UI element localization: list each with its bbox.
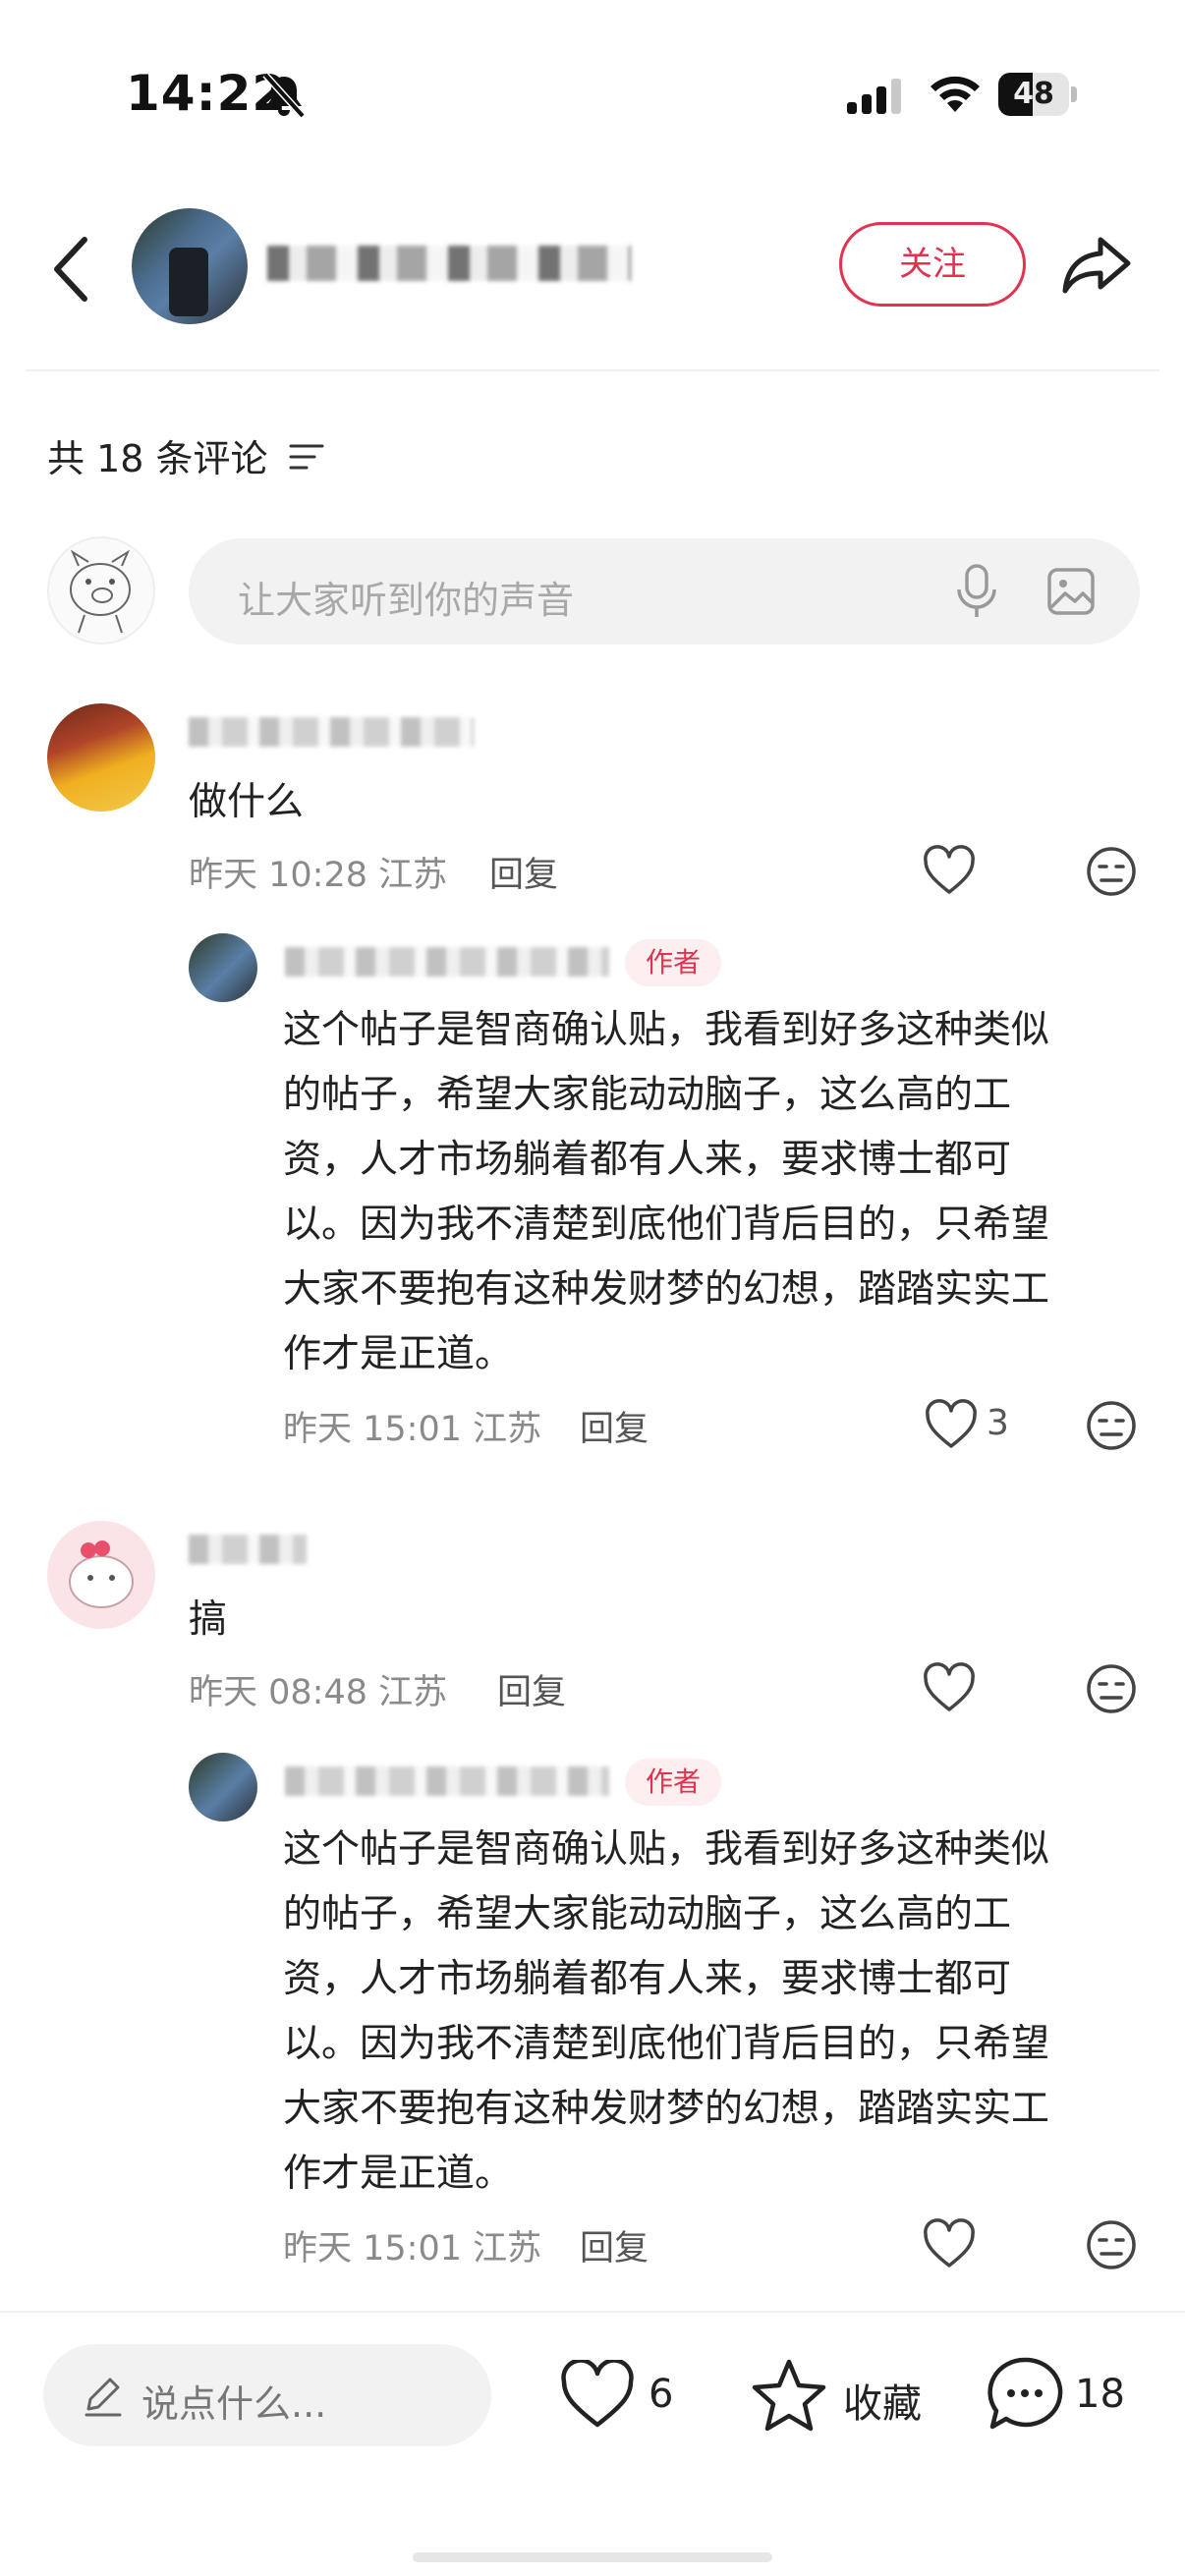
reply-button[interactable]: 回复 [580, 2220, 649, 2270]
like-count: 3 [987, 1403, 1009, 1443]
comments-count: 18 [1075, 2372, 1125, 2417]
home-indicator [413, 2552, 772, 2562]
back-arrow-icon[interactable] [45, 230, 100, 308]
comments-button[interactable]: 18 [985, 2350, 1142, 2438]
author-reply-name-blurred[interactable] [285, 1766, 609, 1796]
bottom-comment-input[interactable]: 说点什么... [43, 2344, 491, 2446]
author-reply-avatar[interactable] [189, 933, 257, 1002]
reply-button[interactable]: 回复 [580, 1401, 649, 1451]
status-bar: 14:22 48 [0, 0, 1185, 187]
reply-line: 资，人才市场躺着都有人来，要求博士都可 [283, 1957, 1012, 2001]
author-avatar[interactable] [132, 208, 248, 324]
author-reply-avatar[interactable] [189, 1753, 257, 1821]
star-icon [752, 2359, 826, 2432]
reply-line: 资，人才市场躺着都有人来，要求博士都可 [283, 1138, 1012, 1182]
follow-button[interactable]: 关注 [839, 222, 1026, 307]
reply-button[interactable]: 回复 [497, 1664, 566, 1714]
header-divider [26, 369, 1159, 371]
bottom-input-placeholder: 说点什么... [141, 2382, 327, 2426]
dislike-face-icon[interactable] [1085, 845, 1138, 898]
reply-line: 作才是正道。 [283, 1332, 514, 1376]
comment-meta: 昨天 08:48 江苏 [189, 1673, 448, 1712]
collect-label: 收藏 [843, 2381, 922, 2427]
wifi-icon [931, 76, 980, 112]
comment-count: 共 18 条评论 [47, 437, 268, 480]
author-badge: 作者 [625, 1759, 721, 1806]
microphone-icon[interactable] [955, 562, 998, 621]
heart-icon[interactable] [922, 2218, 977, 2269]
commenter-avatar[interactable] [47, 1521, 155, 1629]
battery-percent: 48 [1013, 77, 1054, 111]
heart-icon[interactable] [924, 1399, 979, 1450]
comment-bubble-icon [988, 2357, 1063, 2430]
cartoon-avatar-icon [69, 1540, 134, 1608]
heart-icon [561, 2360, 634, 2428]
reply-line: 作才是正道。 [283, 2152, 514, 2196]
reply-meta: 昨天 15:01 江苏 [283, 1410, 542, 1449]
comment-input[interactable]: 让大家听到你的声音 [189, 538, 1140, 644]
comment-input-placeholder: 让大家听到你的声音 [238, 579, 575, 622]
heart-icon[interactable] [922, 1662, 977, 1713]
reply-line: 这个帖子是智商确认贴，我看到好多这种类似 [283, 1827, 1050, 1872]
reply-line: 的帖子，希望大家能动动脑子，这么高的工 [283, 1892, 1012, 1936]
image-icon[interactable] [1045, 566, 1097, 617]
reply-meta: 昨天 15:01 江苏 [283, 2229, 542, 2268]
dislike-face-icon[interactable] [1085, 1399, 1138, 1452]
reply-line: 大家不要抱有这种发财梦的幻想，踏踏实实工 [283, 2087, 1050, 2131]
pig-sketch-icon [70, 549, 131, 634]
dislike-face-icon[interactable] [1085, 1662, 1138, 1715]
pencil-icon [85, 2378, 122, 2417]
author-badge: 作者 [625, 939, 721, 986]
commenter-name-blurred[interactable] [189, 717, 474, 747]
share-icon[interactable] [1061, 234, 1134, 297]
reply-line: 以。因为我不清楚到底他们背后目的，只希望 [283, 2022, 1050, 2066]
post-like-button[interactable]: 6 [558, 2350, 686, 2438]
collect-button[interactable]: 收藏 [749, 2350, 926, 2438]
my-avatar [47, 536, 155, 644]
bell-muted-icon [262, 72, 306, 119]
author-name-blurred[interactable] [267, 246, 631, 281]
cellular-signal-icon [847, 79, 901, 114]
post-like-count: 6 [649, 2372, 674, 2417]
reply-line: 以。因为我不清楚到底他们背后目的，只希望 [283, 1203, 1050, 1247]
author-reply-name-blurred[interactable] [285, 947, 609, 977]
reply-line: 这个帖子是智商确认贴，我看到好多这种类似 [283, 1008, 1050, 1052]
bottom-divider [0, 2311, 1185, 2313]
commenter-avatar[interactable] [47, 703, 155, 812]
reply-button[interactable]: 回复 [489, 847, 558, 897]
reply-line: 的帖子，希望大家能动动脑子，这么高的工 [283, 1073, 1012, 1117]
heart-icon[interactable] [922, 845, 977, 896]
dislike-face-icon[interactable] [1085, 2218, 1138, 2271]
comment-text: 搞 [189, 1597, 228, 1642]
post-header: 关注 [0, 196, 1185, 373]
battery-indicator: 48 [998, 73, 1077, 116]
comment-meta: 昨天 10:28 江苏 [189, 856, 448, 895]
sort-filter-icon[interactable] [289, 442, 324, 472]
reply-line: 大家不要抱有这种发财梦的幻想，踏踏实实工 [283, 1267, 1050, 1312]
comment-text: 做什么 [189, 780, 305, 824]
commenter-name-blurred[interactable] [189, 1535, 307, 1564]
